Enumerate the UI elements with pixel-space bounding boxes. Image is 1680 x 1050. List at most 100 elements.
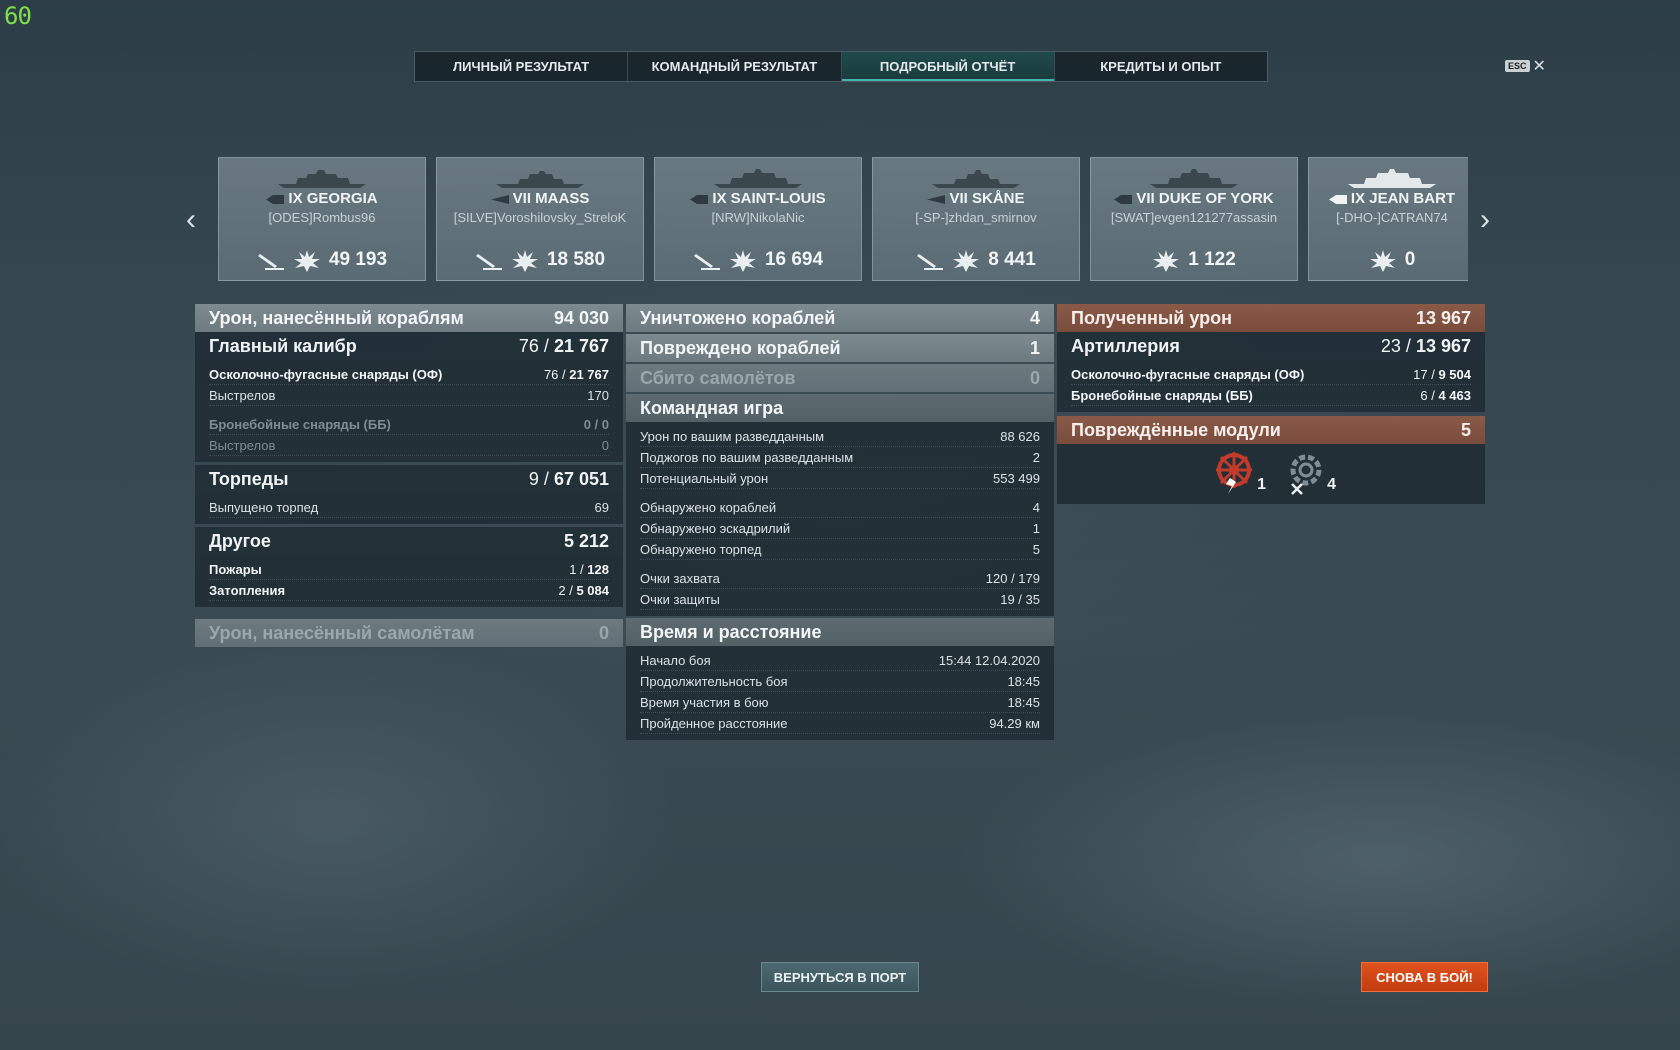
main-battery-details: Осколочно-фугасные снаряды (ОФ) 76 / 21 7… bbox=[195, 360, 623, 462]
stat-row: Обнаружено торпед 5 bbox=[640, 539, 1040, 560]
stat-row: Очки защиты 19 / 35 bbox=[640, 589, 1040, 610]
ship-class-icon bbox=[1328, 194, 1347, 204]
stat-row: Обнаружено кораблей 4 bbox=[640, 497, 1040, 518]
ship-card[interactable]: VII MAASS [SILVE]Voroshilovsky_StreloK 1… bbox=[436, 157, 644, 281]
stat-value: 1 bbox=[1032, 520, 1040, 536]
return-to-port-button[interactable]: ВЕРНУТЬСЯ В ПОРТ bbox=[761, 962, 919, 992]
battle-again-button[interactable]: СНОВА В БОЙ! bbox=[1361, 962, 1488, 992]
stat-row: Выпущено торпед 69 bbox=[209, 497, 609, 518]
stat-value: 2 bbox=[1032, 449, 1040, 465]
artillery-details: Осколочно-фугасные снаряды (ОФ) 17 / 9 50… bbox=[1057, 360, 1485, 412]
stat-label: Потенциальный урон bbox=[640, 470, 769, 486]
stat-value: 5 bbox=[1032, 541, 1040, 557]
player-name: [ODES]Rombus96 bbox=[268, 210, 376, 225]
ship-card[interactable]: VII DUKE OF YORK [SWAT]evgen121277assasi… bbox=[1090, 157, 1298, 281]
stat-row: Выстрелов 170 bbox=[209, 385, 609, 406]
torpedo-hit-icon bbox=[917, 254, 944, 270]
ship-class-icon bbox=[266, 194, 285, 204]
stat-value: 120 / 179 bbox=[985, 570, 1040, 586]
ship-damage: 8 441 bbox=[988, 249, 1036, 270]
esc-key-badge: ESC bbox=[1505, 60, 1530, 72]
time-distance-details: Начало боя 15:44 12.04.2020 Продолжительно… bbox=[626, 646, 1054, 740]
stat-value: 94.29 км bbox=[989, 715, 1040, 731]
stat-row: Затопления 2 / 5 084 bbox=[209, 580, 609, 601]
ship-damage: 16 694 bbox=[764, 249, 824, 270]
artillery-header: Артиллерия 23 / 13 967 bbox=[1057, 332, 1485, 360]
damage-received-header: Полученный урон 13 967 bbox=[1057, 304, 1485, 332]
ship-name: VII SKÅNE bbox=[949, 190, 1025, 207]
stat-value: 88 626 bbox=[1000, 428, 1040, 444]
stat-row: Урон по вашим разведданным 88 626 bbox=[640, 426, 1040, 447]
ship-silhouette-icon bbox=[1150, 169, 1238, 188]
player-name: [NRW]NikolaNic bbox=[711, 210, 805, 225]
tab-detailed-report[interactable]: ПОДРОБНЫЙ ОТЧЁТ bbox=[841, 52, 1055, 81]
planes-shot-down-header: Сбито самолётов 0 bbox=[626, 364, 1054, 392]
stat-row: Обнаружено эскадрилий 1 bbox=[640, 518, 1040, 539]
module-engine: 4 bbox=[1286, 452, 1336, 496]
damage-explosion-icon bbox=[729, 250, 756, 272]
torpedoes-details: Выпущено торпед 69 bbox=[195, 493, 623, 524]
ship-class-icon bbox=[490, 194, 509, 204]
damage-received-panel: Полученный урон 13 967 Артиллерия 23 / 13… bbox=[1057, 304, 1485, 504]
damage-explosion-icon bbox=[1369, 250, 1396, 272]
stat-row: Бронебойные снаряды (ББ) 6 / 4 463 bbox=[1071, 385, 1471, 406]
teamplay-details: Урон по вашим разведданным 88 626 Поджогов… bbox=[626, 422, 1054, 616]
fps-counter: 60 bbox=[4, 2, 32, 30]
stat-row: Очки захвата 120 / 179 bbox=[640, 568, 1040, 589]
torpedo-hit-icon bbox=[475, 254, 502, 270]
section-value: 94 030 bbox=[553, 307, 609, 328]
stat-row: Пройденное расстояние 94.29 км bbox=[640, 713, 1040, 734]
stat-row: Осколочно-фугасные снаряды (ОФ) 17 / 9 50… bbox=[1071, 364, 1471, 385]
damage-dealt-panel: Урон, нанесённый кораблям 94 030 Главный… bbox=[195, 304, 623, 647]
stat-row: Начало боя 15:44 12.04.2020 bbox=[640, 650, 1040, 671]
stat-label: Обнаружено торпед bbox=[640, 541, 762, 557]
chevron-left-icon[interactable]: ‹ bbox=[186, 205, 196, 235]
stat-label: Начало боя bbox=[640, 652, 711, 668]
stat-value: 18:45 bbox=[1007, 694, 1040, 710]
damage-to-ships-header: Урон, нанесённый кораблям 94 030 bbox=[195, 304, 623, 332]
stat-label: Обнаружено эскадрилий bbox=[640, 520, 791, 536]
chevron-right-icon[interactable]: › bbox=[1480, 205, 1490, 235]
damage-to-planes-header: Урон, нанесённый самолётам 0 bbox=[195, 619, 623, 647]
stat-value: 4 bbox=[1032, 499, 1040, 515]
player-name: [-SP-]zhdan_smirnov bbox=[915, 210, 1037, 225]
ship-card[interactable]: IX JEAN BART [-DHO-]CATRAN74 0 bbox=[1308, 157, 1468, 281]
section-title: Урон, нанесённый кораблям bbox=[209, 307, 464, 328]
stat-label: Урон по вашим разведданным bbox=[640, 428, 825, 444]
tab-team-result[interactable]: КОМАНДНЫЙ РЕЗУЛЬТАТ bbox=[628, 52, 842, 81]
ship-name: IX SAINT-LOUIS bbox=[712, 190, 826, 207]
section-title: Другое bbox=[209, 530, 271, 551]
stat-label: Очки захвата bbox=[640, 570, 720, 586]
ship-card[interactable]: VII SKÅNE [-SP-]zhdan_smirnov 8 441 bbox=[872, 157, 1080, 281]
section-title: Торпеды bbox=[209, 468, 289, 489]
stat-row: Пожары 1 / 128 bbox=[209, 559, 609, 580]
stat-row: Потенциальный урон 553 499 bbox=[640, 468, 1040, 489]
module-count: 1 bbox=[1257, 476, 1266, 493]
ship-class-icon bbox=[1114, 194, 1133, 204]
ship-name: VII DUKE OF YORK bbox=[1136, 190, 1274, 207]
module-count: 4 bbox=[1327, 476, 1336, 493]
ship-class-icon bbox=[927, 194, 946, 204]
stat-row: Поджогов по вашим разведданным 2 bbox=[640, 447, 1040, 468]
damage-explosion-icon bbox=[1153, 250, 1180, 272]
ship-silhouette-icon bbox=[714, 169, 802, 188]
ship-card[interactable]: IX GEORGIA [ODES]Rombus96 49 193 bbox=[218, 157, 426, 281]
ship-class-icon bbox=[690, 194, 709, 204]
stat-row: Бронебойные снаряды (ББ) 0 / 0 bbox=[209, 414, 609, 435]
section-title: Главный калибр bbox=[209, 335, 357, 356]
close-icon: ✕ bbox=[1532, 58, 1546, 75]
stat-row: Продолжительность боя 18:45 bbox=[640, 671, 1040, 692]
stat-value: 18:45 bbox=[1007, 673, 1040, 689]
stat-label: Поджогов по вашим разведданным bbox=[640, 449, 854, 465]
ship-name: VII MAASS bbox=[512, 190, 590, 207]
stat-value: 15:44 12.04.2020 bbox=[938, 652, 1040, 668]
ship-card[interactable]: IX SAINT-LOUIS [NRW]NikolaNic 16 694 bbox=[654, 157, 862, 281]
tab-personal-result[interactable]: ЛИЧНЫЙ РЕЗУЛЬТАТ bbox=[415, 52, 629, 81]
other-details: Пожары 1 / 128 Затопления 2 / 5 084 bbox=[195, 555, 623, 607]
ship-damage: 1 122 bbox=[1188, 249, 1236, 270]
close-button[interactable]: ESC ✕ bbox=[1505, 56, 1546, 76]
module-steering: 1 bbox=[1216, 452, 1266, 496]
ship-silhouette-icon bbox=[1348, 169, 1436, 188]
stat-value: 553 499 bbox=[993, 470, 1040, 486]
tab-credits-and-xp[interactable]: КРЕДИТЫ И ОПЫТ bbox=[1055, 52, 1267, 81]
